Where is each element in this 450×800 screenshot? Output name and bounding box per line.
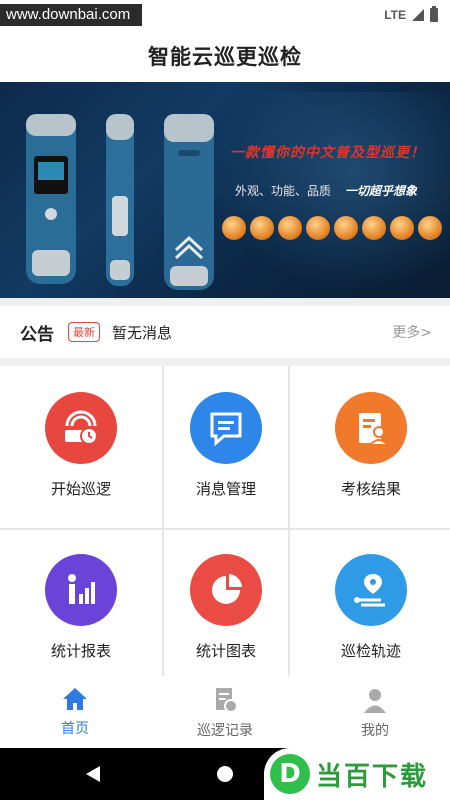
- notice-badge: 最新: [68, 322, 100, 342]
- grid-item-label: 统计报表: [50, 642, 111, 660]
- tab-label: 我的: [361, 723, 389, 739]
- home-button-icon[interactable]: [217, 766, 233, 782]
- grid-item-label: 巡检轨迹: [340, 642, 401, 660]
- grid-item-inspection-track[interactable]: 巡检轨迹: [290, 530, 450, 678]
- feature-badge: [222, 216, 246, 240]
- home-icon: [63, 688, 87, 710]
- tab-label: 首页: [61, 721, 89, 737]
- battery-icon: [430, 6, 438, 22]
- grid-item-statistics-chart[interactable]: 统计图表: [164, 530, 288, 678]
- watermark-logo-text: 当百下载: [316, 761, 429, 792]
- app-header: 智能云巡更巡检: [0, 30, 450, 82]
- promo-banner[interactable]: 一款懂你的中文普及型巡更！ 外观、功能、品质 一切超乎想象: [0, 82, 450, 298]
- banner-tagline: 一切超乎想象: [345, 184, 418, 198]
- network-label: LTE: [384, 8, 406, 22]
- device-image-side: [106, 114, 134, 286]
- grid-item-assessment-results[interactable]: 考核结果: [290, 366, 450, 528]
- track-icon: [335, 554, 407, 626]
- watermark-logo: D 当百下载: [264, 748, 450, 800]
- tab-patrol-records[interactable]: 巡逻记录: [150, 676, 300, 748]
- record-icon: [216, 688, 238, 713]
- device-image-front: [26, 114, 76, 284]
- device-image-back: [164, 114, 214, 290]
- patrol-start-icon: [45, 392, 117, 464]
- status-icons: LTE: [384, 6, 438, 24]
- signal-icon: [412, 9, 424, 21]
- banner-features: 外观、功能、品质: [235, 184, 332, 198]
- feature-badge: [334, 216, 358, 240]
- feature-badge: [418, 216, 442, 240]
- profile-icon: [364, 689, 386, 713]
- feature-badge: [362, 216, 386, 240]
- grid-item-label: 考核结果: [340, 480, 401, 498]
- notice-more-link[interactable]: 更多>: [392, 322, 432, 342]
- app-title: 智能云巡更巡检: [148, 45, 302, 69]
- back-icon[interactable]: [86, 766, 100, 782]
- function-grid: 开始巡逻 消息管理 考核结果 统计报表 统计图表 巡检轨迹: [0, 366, 450, 678]
- tab-profile[interactable]: 我的: [300, 676, 450, 748]
- feature-badge: [278, 216, 302, 240]
- message-icon: [190, 392, 262, 464]
- notice-bar[interactable]: 公告 最新 暂无消息 更多>: [0, 306, 450, 358]
- bottom-tab-bar: 首页 巡逻记录 我的: [0, 676, 450, 748]
- feature-badges: [222, 216, 442, 240]
- feature-badge: [306, 216, 330, 240]
- grid-item-label: 消息管理: [195, 480, 256, 498]
- tab-home[interactable]: 首页: [0, 676, 150, 748]
- watermark-logo-mark: D: [270, 754, 310, 794]
- grid-item-statistics-report[interactable]: 统计报表: [0, 530, 162, 678]
- banner-slogan: 一款懂你的中文普及型巡更！: [230, 145, 425, 161]
- tab-label: 巡逻记录: [197, 723, 253, 739]
- pie-chart-icon: [190, 554, 262, 626]
- notice-title: 公告: [20, 324, 54, 345]
- feature-badge: [250, 216, 274, 240]
- notice-message: 暂无消息: [112, 323, 173, 342]
- grid-item-start-patrol[interactable]: 开始巡逻: [0, 366, 162, 528]
- grid-item-label: 统计图表: [195, 642, 256, 660]
- grid-item-label: 开始巡逻: [50, 480, 111, 498]
- report-icon: [45, 554, 117, 626]
- assessment-icon: [335, 392, 407, 464]
- grid-item-message-management[interactable]: 消息管理: [164, 366, 288, 528]
- feature-badge: [390, 216, 414, 240]
- status-bar: www.downbai.com LTE: [0, 0, 450, 30]
- watermark-url: www.downbai.com: [0, 4, 142, 26]
